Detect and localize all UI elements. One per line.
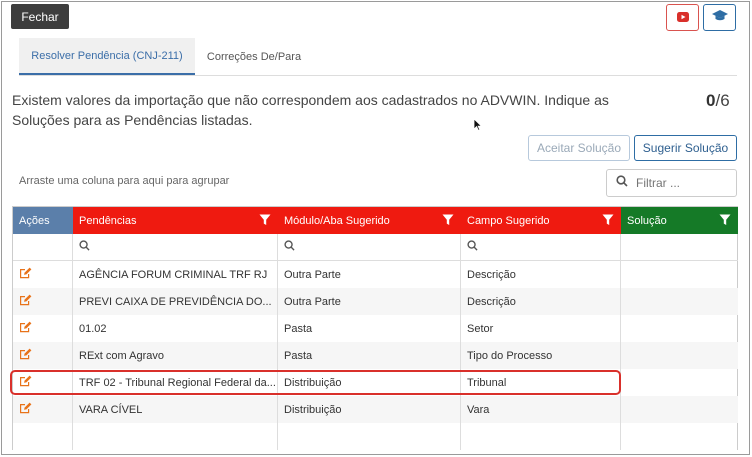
resolved-counter: 0/6 bbox=[706, 91, 730, 111]
cell-campo: Tipo do Processo bbox=[461, 342, 621, 369]
cell-solucao[interactable] bbox=[621, 261, 738, 288]
filter-cell-pendencias[interactable] bbox=[73, 234, 278, 260]
empty-cell bbox=[278, 423, 461, 450]
row-actions bbox=[13, 342, 73, 369]
filter-row bbox=[13, 234, 738, 261]
edit-icon[interactable] bbox=[19, 375, 32, 390]
cell-pendencia: AGÊNCIA FORUM CRIMINAL TRF RJ bbox=[73, 261, 278, 288]
tab-resolver-pendencia[interactable]: Resolver Pendência (CNJ-211) bbox=[19, 38, 195, 75]
table-row[interactable]: AGÊNCIA FORUM CRIMINAL TRF RJ Outra Part… bbox=[13, 261, 738, 288]
table-row[interactable]: 01.02 Pasta Setor bbox=[13, 315, 738, 342]
row-actions bbox=[13, 396, 73, 423]
cell-pendencia: PREVI CAIXA DE PREVIDÊNCIA DO... bbox=[73, 288, 278, 315]
graduation-cap-icon bbox=[711, 9, 728, 27]
edit-icon[interactable] bbox=[19, 294, 32, 309]
cell-modulo: Pasta bbox=[278, 315, 461, 342]
column-header-pendencias[interactable]: Pendências bbox=[73, 207, 278, 234]
edit-icon[interactable] bbox=[19, 267, 32, 282]
filter-funnel-icon[interactable] bbox=[442, 214, 454, 229]
filter-cell-acoes bbox=[13, 234, 73, 260]
column-header-acoes[interactable]: Ações bbox=[13, 207, 73, 234]
cell-modulo: Outra Parte bbox=[278, 288, 461, 315]
cell-solucao[interactable] bbox=[621, 342, 738, 369]
edit-icon[interactable] bbox=[19, 348, 32, 363]
cell-solucao[interactable] bbox=[621, 315, 738, 342]
column-header-label: Pendências bbox=[79, 214, 137, 227]
filter-input[interactable] bbox=[636, 176, 728, 190]
empty-cell bbox=[73, 423, 278, 450]
cell-modulo: Distribuição bbox=[278, 369, 461, 396]
suggest-solution-button[interactable]: Sugerir Solução bbox=[634, 135, 737, 161]
search-icon bbox=[467, 240, 478, 254]
filter-funnel-icon[interactable] bbox=[259, 214, 271, 229]
column-header-campo[interactable]: Campo Sugerido bbox=[461, 207, 621, 234]
row-actions bbox=[13, 288, 73, 315]
cell-pendencia: VARA CÍVEL bbox=[73, 396, 278, 423]
table-row[interactable]: VARA CÍVEL Distribuição Vara bbox=[13, 396, 738, 423]
cell-solucao[interactable] bbox=[621, 288, 738, 315]
mouse-cursor-icon bbox=[473, 118, 482, 131]
cell-campo: Vara bbox=[461, 396, 621, 423]
cell-pendencia: 01.02 bbox=[73, 315, 278, 342]
column-header-label: Módulo/Aba Sugerido bbox=[284, 214, 390, 227]
search-icon bbox=[79, 240, 90, 254]
accept-solution-button[interactable]: Aceitar Solução bbox=[528, 135, 630, 161]
empty-cell bbox=[621, 423, 738, 450]
cell-campo: Descrição bbox=[461, 288, 621, 315]
youtube-icon bbox=[676, 9, 689, 27]
empty-cell bbox=[461, 423, 621, 450]
cell-solucao[interactable] bbox=[621, 369, 738, 396]
close-button[interactable]: Fechar bbox=[11, 4, 69, 29]
table-row[interactable]: TRF 02 - Tribunal Regional Federal da...… bbox=[13, 369, 738, 396]
tutorial-button[interactable] bbox=[703, 4, 736, 31]
total-count: /6 bbox=[715, 91, 730, 110]
row-actions bbox=[13, 369, 73, 396]
info-message: Existem valores da importação que não co… bbox=[12, 92, 609, 128]
cell-pendencia: RExt com Agravo bbox=[73, 342, 278, 369]
filter-cell-campo[interactable] bbox=[461, 234, 621, 260]
video-help-button[interactable] bbox=[666, 4, 699, 31]
filter-box[interactable] bbox=[606, 169, 737, 197]
search-icon bbox=[616, 174, 628, 192]
edit-icon[interactable] bbox=[19, 402, 32, 417]
row-actions bbox=[13, 261, 73, 288]
tab-correcoes-de-para[interactable]: Correções De/Para bbox=[195, 38, 313, 75]
filter-cell-solucao[interactable] bbox=[621, 234, 738, 260]
filter-funnel-icon[interactable] bbox=[719, 214, 731, 229]
cell-modulo: Distribuição bbox=[278, 396, 461, 423]
column-header-solucao[interactable]: Solução bbox=[621, 207, 738, 234]
group-drop-hint: Arraste uma coluna para aqui para agrupa… bbox=[19, 175, 230, 187]
table-row[interactable]: RExt com Agravo Pasta Tipo do Processo bbox=[13, 342, 738, 369]
column-header-label: Solução bbox=[627, 214, 667, 227]
cell-modulo: Pasta bbox=[278, 342, 461, 369]
cell-modulo: Outra Parte bbox=[278, 261, 461, 288]
table-row[interactable]: PREVI CAIXA DE PREVIDÊNCIA DO... Outra P… bbox=[13, 288, 738, 315]
cell-campo: Descrição bbox=[461, 261, 621, 288]
tab-bar: Resolver Pendência (CNJ-211) Correções D… bbox=[19, 38, 737, 76]
edit-icon[interactable] bbox=[19, 321, 32, 336]
pendencias-grid: Ações Pendências Módulo/Aba Sugerido Cam… bbox=[12, 206, 738, 450]
cell-campo: Setor bbox=[461, 315, 621, 342]
filter-funnel-icon[interactable] bbox=[602, 214, 614, 229]
search-icon bbox=[284, 240, 295, 254]
row-actions bbox=[13, 315, 73, 342]
table-row-empty bbox=[13, 423, 738, 450]
cell-pendencia: TRF 02 - Tribunal Regional Federal da... bbox=[73, 369, 278, 396]
cell-campo: Tribunal bbox=[461, 369, 621, 396]
empty-cell bbox=[13, 423, 73, 450]
filter-cell-modulo[interactable] bbox=[278, 234, 461, 260]
cell-solucao[interactable] bbox=[621, 396, 738, 423]
column-header-label: Campo Sugerido bbox=[467, 214, 550, 227]
column-header-modulo[interactable]: Módulo/Aba Sugerido bbox=[278, 207, 461, 234]
column-header-label: Ações bbox=[19, 214, 50, 227]
